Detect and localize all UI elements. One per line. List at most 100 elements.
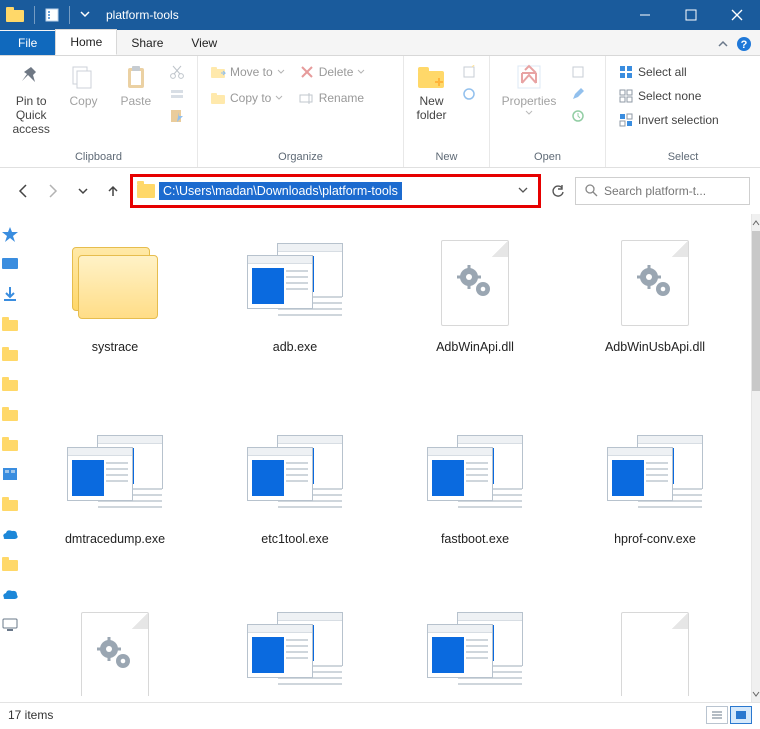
qat-properties-icon[interactable]: [45, 8, 59, 22]
scroll-down-button[interactable]: [752, 685, 760, 702]
folder-tree-icon-7[interactable]: [1, 556, 19, 572]
invert-selection-button[interactable]: Invert selection: [614, 110, 723, 130]
file-label: fastboot.exe: [441, 532, 509, 548]
tabbar: File Home Share View ?: [0, 30, 760, 56]
move-icon: [210, 64, 226, 80]
new-item-button[interactable]: [457, 62, 481, 82]
navigation-pane[interactable]: [0, 214, 19, 702]
folder-tree-icon-5[interactable]: [1, 436, 19, 452]
large-icons-view-button[interactable]: [730, 706, 752, 724]
collapse-ribbon-icon[interactable]: [716, 37, 730, 54]
refresh-button[interactable]: [545, 178, 571, 204]
delete-button[interactable]: Delete: [295, 62, 370, 82]
properties-label: Properties: [502, 94, 557, 108]
file-label: adb.exe: [273, 340, 317, 356]
easy-access-button[interactable]: [457, 84, 481, 104]
copy-button[interactable]: Copy: [60, 60, 106, 110]
move-to-button[interactable]: Move to: [206, 62, 289, 82]
address-text[interactable]: C:\Users\madan\Downloads\platform-tools: [159, 182, 402, 200]
share-tab[interactable]: Share: [117, 31, 177, 55]
file-list: systrace adb.exe AdbWinApi.dllAdbWinUsbApi…: [19, 214, 751, 702]
paste-shortcut-button[interactable]: [165, 106, 189, 126]
close-button[interactable]: [714, 0, 760, 30]
forward-button[interactable]: [40, 178, 66, 204]
folder-tree-icon-1[interactable]: [1, 316, 19, 332]
downloads-icon[interactable]: [1, 286, 19, 302]
select-none-label: Select none: [638, 89, 701, 103]
scroll-up-button[interactable]: [752, 214, 760, 231]
this-pc-icon[interactable]: [1, 466, 19, 482]
folder-tree-icon-2[interactable]: [1, 346, 19, 362]
invert-icon: [618, 112, 634, 128]
copy-path-button[interactable]: [165, 84, 189, 104]
copy-label: Copy: [69, 94, 97, 108]
copy-to-button[interactable]: Copy to: [206, 88, 289, 108]
edit-button[interactable]: [566, 84, 590, 104]
folder-tree-icon-3[interactable]: [1, 376, 19, 392]
open-button[interactable]: [566, 62, 590, 82]
file-item[interactable]: [35, 612, 195, 708]
copy-to-icon: [210, 90, 226, 106]
scissors-icon: [169, 64, 185, 80]
window-title: platform-tools: [106, 8, 179, 22]
file-item[interactable]: fastboot.exe: [395, 420, 555, 608]
recent-locations-button[interactable]: [70, 178, 96, 204]
view-tab[interactable]: View: [177, 31, 231, 55]
file-item[interactable]: [395, 612, 555, 708]
minimize-button[interactable]: [622, 0, 668, 30]
pc-icon-2[interactable]: [1, 616, 19, 632]
file-item[interactable]: dmtracedump.exe: [35, 420, 195, 608]
easy-access-icon: [461, 86, 477, 102]
folder-tree-icon-4[interactable]: [1, 406, 19, 422]
properties-icon: [514, 62, 544, 92]
file-label: dmtracedump.exe: [65, 532, 165, 548]
up-button[interactable]: [100, 178, 126, 204]
dll_partial-icon: [65, 612, 165, 696]
home-tab[interactable]: Home: [55, 29, 117, 55]
vertical-scrollbar[interactable]: [751, 214, 760, 702]
pin-to-quick-access-button[interactable]: Pin to Quick access: [8, 60, 54, 138]
rename-button[interactable]: Rename: [295, 88, 370, 108]
file-tab[interactable]: File: [0, 31, 55, 55]
file-item[interactable]: [215, 612, 375, 708]
file-item[interactable]: adb.exe: [215, 228, 375, 416]
organize-group-label: Organize: [206, 149, 395, 165]
details-view-button[interactable]: [706, 706, 728, 724]
new-folder-button[interactable]: New folder: [412, 60, 451, 124]
select-all-button[interactable]: Select all: [614, 62, 723, 82]
file-item[interactable]: hprof-conv.exe: [575, 420, 735, 608]
file-label: hprof-conv.exe: [614, 532, 696, 548]
address-dropdown-icon[interactable]: [512, 184, 534, 198]
file-label: systrace: [92, 340, 139, 356]
file-item[interactable]: [575, 612, 735, 708]
file-item[interactable]: AdbWinApi.dll: [395, 228, 555, 416]
help-icon[interactable]: ?: [736, 36, 752, 55]
cut-button[interactable]: [165, 62, 189, 82]
qat-chevron-icon[interactable]: [80, 8, 90, 22]
back-button[interactable]: [10, 178, 36, 204]
select-none-button[interactable]: Select none: [614, 86, 723, 106]
copy-path-icon: [169, 86, 185, 102]
desktop-icon[interactable]: [1, 256, 19, 272]
paste-shortcut-icon: [169, 108, 185, 124]
search-box[interactable]: Search platform-t...: [575, 177, 750, 205]
new-group-label: New: [412, 149, 481, 165]
folder-icon: [6, 7, 24, 23]
file-label: etc1tool.exe: [261, 532, 328, 548]
properties-button[interactable]: Properties: [498, 60, 560, 118]
history-button[interactable]: [566, 106, 590, 126]
pin-label: Pin to Quick access: [10, 94, 52, 136]
quick-access-icon[interactable]: [1, 226, 19, 242]
paste-button[interactable]: Paste: [113, 60, 159, 110]
maximize-button[interactable]: [668, 0, 714, 30]
address-bar[interactable]: C:\Users\madan\Downloads\platform-tools: [130, 174, 541, 208]
file-item[interactable]: AdbWinUsbApi.dll: [575, 228, 735, 416]
scroll-thumb[interactable]: [752, 231, 760, 391]
file-item[interactable]: etc1tool.exe: [215, 420, 375, 608]
onedrive-icon-1[interactable]: [1, 526, 19, 542]
exe-icon: [605, 420, 705, 530]
item-count: 17 items: [8, 708, 53, 722]
folder-tree-icon-6[interactable]: [1, 496, 19, 512]
onedrive-icon-2[interactable]: [1, 586, 19, 602]
file-item[interactable]: systrace: [35, 228, 195, 416]
